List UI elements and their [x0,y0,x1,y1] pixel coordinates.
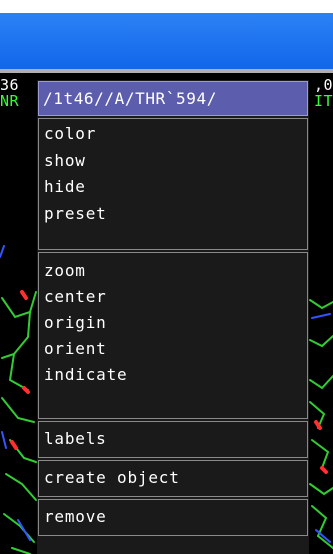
sequence-text-right-1: ,0 [314,76,333,94]
menu-group-labels: labels [38,421,308,458]
menu-item-remove[interactable]: remove [44,506,107,528]
sequence-text-left-1: 36 [0,76,20,94]
menu-item-create-object[interactable]: create object [44,467,180,489]
window-title-bar [0,13,333,69]
bond-segment [1,431,7,449]
bond-segment [8,353,29,391]
bond-segment [5,473,37,501]
bond-segment [17,519,31,541]
bond-segment [1,397,35,423]
menu-item-hide[interactable]: hide [44,176,86,198]
context-menu: /1t46//A/THR`594/ color show hide preset… [37,80,309,554]
bond-segment [309,483,333,496]
menu-item-indicate[interactable]: indicate [44,364,127,386]
bond-segment [311,439,330,469]
title-bar-divider [0,69,333,73]
bond-segment [11,547,31,554]
menu-group-remove: remove [38,499,308,536]
menu-item-preset[interactable]: preset [44,203,107,225]
menu-group-object: create object [38,460,308,497]
menu-group-view: zoom center origin orient indicate [38,252,308,419]
menu-item-labels[interactable]: labels [44,428,107,450]
menu-item-orient[interactable]: orient [44,338,107,360]
bond-segment [0,245,5,258]
bond-segment [311,313,331,319]
bond-segment [20,290,28,300]
bond-segment [10,440,18,450]
menu-item-center[interactable]: center [44,286,107,308]
bond-segment [309,299,333,310]
bond-segment [1,311,31,359]
top-edge [0,0,333,13]
bond-segment [22,386,30,394]
menu-title-selection: /1t46//A/THR`594/ [38,81,308,116]
menu-item-zoom[interactable]: zoom [44,260,86,282]
sequence-text-left-2: NR [0,92,20,110]
menu-item-color[interactable]: color [44,123,96,145]
bond-segment [309,375,333,390]
menu-item-origin[interactable]: origin [44,312,107,334]
sequence-text-right-2: IT [314,92,333,110]
bond-segment [309,335,333,348]
menu-item-show[interactable]: show [44,150,86,172]
bond-segment [320,466,328,474]
menu-group-display: color show hide preset [38,118,308,250]
